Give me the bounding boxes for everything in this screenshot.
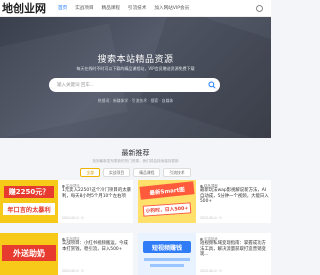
tab-traffic[interactable]: 引流技术 <box>163 168 191 177</box>
hero-subtitle: 每天在线时不时可以下载的精品课程站，VIP会员赠送资源免费下载 <box>76 66 195 71</box>
hot-keywords: 热搜词：新媒体学 · 引流技术 · 搜索 · 自媒体 <box>97 98 174 103</box>
card-info: ● 精品课程 最新玩法wap影视解说新方法，AI自动成，5分钟一个视频，大能日入… <box>196 180 271 223</box>
thumbnail-decoration <box>150 264 184 267</box>
card-title[interactable]: 最新玩法wap影视解说新方法，AI自动成，5分钟一个视频，大能日入500+ <box>200 188 270 205</box>
card-title[interactable]: 1元卖入2250?这个冷门项目的太暴利，每天8小时5个月10个左右项 <box>62 188 132 199</box>
card-thumbnail[interactable]: 赚2250元？ 年口言的太暴利 <box>0 180 58 223</box>
search-input[interactable]: 输入关键词 回车... <box>49 82 94 88</box>
tab-projects[interactable]: 实战项目 <box>103 168 131 177</box>
card-info: ● 实战项目 1元卖入2250?这个冷门项目的太暴利，每天8小时5个月10个左右… <box>58 180 133 223</box>
hero-banner: 搜索本站精品资源 每天在线时不时可以下载的精品课程站，VIP会员赠送资源免费下载… <box>0 17 271 138</box>
nav-item-home[interactable]: 首页 <box>58 5 67 11</box>
thumbnail-decoration <box>144 258 190 261</box>
card-title[interactable]: 短视频私域变现指南：掌握成功方法工具，解决流量获取打造营销变现... <box>200 241 270 258</box>
tab-courses[interactable]: 精品课程 <box>133 168 161 177</box>
nav-item-courses[interactable]: 精品课程 <box>102 5 120 11</box>
card-footer: 2022-00-0 · 0 <box>62 269 84 273</box>
card-footer: 2022-00-0 · 0 <box>200 216 222 220</box>
thumbnail-caption: 小钓时，日入500+ <box>142 202 192 217</box>
card-title[interactable]: 实战项目：小红书视频搬运，今成本打赏钱，稳引流，日入500+ <box>62 241 132 252</box>
search-box[interactable]: 输入关键词 回车... <box>49 78 220 92</box>
card-footer: 2022-00-0 · 0 <box>62 216 84 220</box>
category-tabs: 全部 实战项目 精品课程 引流技术 <box>0 168 271 177</box>
top-navbar: 地创业网 首页 实战项目 精品课程 引流技术 加入网站VIP会员 <box>0 0 271 17</box>
tab-all[interactable]: 全部 <box>80 168 101 177</box>
thumbnail-caption: 年口言的太暴利 <box>3 203 55 215</box>
main-nav: 首页 实战项目 精品课程 引流技术 加入网站VIP会员 <box>52 5 189 11</box>
nav-item-traffic[interactable]: 引流技术 <box>128 5 146 11</box>
card-thumbnail[interactable]: 短视频赚钱 <box>138 233 196 275</box>
thumbnail-banner: 赚2250元？ <box>4 186 54 198</box>
thumbnail-banner: 外送助奶 <box>2 245 56 261</box>
nav-item-vip[interactable]: 加入网站VIP会员 <box>154 5 189 11</box>
card-footer: 2022-00-0 · 0 <box>200 269 222 273</box>
nav-item-projects[interactable]: 实战项目 <box>75 5 93 11</box>
card-info: ● 引流技术 短视频私域变现指南：掌握成功方法工具，解决流量获取打造营销变现..… <box>196 233 271 275</box>
site-logo[interactable]: 地创业网 <box>0 0 52 16</box>
user-icon[interactable] <box>256 5 263 12</box>
section-subtitle: 找到最新发布更新的热门资源，我们将会持续保持更新 <box>92 159 179 163</box>
search-icon[interactable] <box>208 81 216 89</box>
hero-title: 搜索本站精品资源 <box>97 55 174 65</box>
card-thumbnail[interactable]: 外送助奶 <box>0 233 58 275</box>
section-title: 最新推荐 <box>121 149 150 157</box>
card-info: ● 实战项目 实战项目：小红书视频搬运，今成本打赏钱，稳引流，日入500+ 20… <box>58 233 133 275</box>
thumbnail-banner: 最新Smart图 <box>139 181 195 200</box>
card-thumbnail[interactable]: 最新Smart图 小钓时，日入500+ <box>138 180 196 223</box>
thumbnail-banner: 短视频赚钱 <box>143 241 191 253</box>
